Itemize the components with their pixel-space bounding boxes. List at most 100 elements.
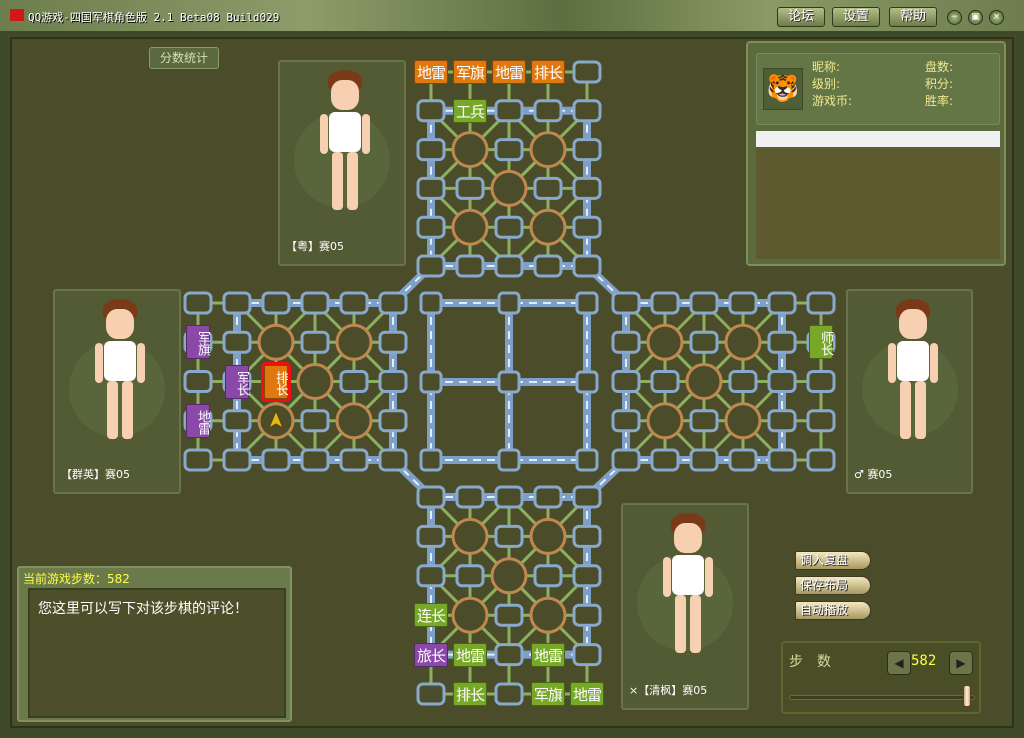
station-node[interactable] bbox=[222, 448, 252, 472]
station-node[interactable] bbox=[572, 99, 602, 123]
station-node[interactable] bbox=[416, 564, 446, 588]
chess-piece[interactable]: 地雷 bbox=[531, 642, 565, 667]
camp-node[interactable] bbox=[451, 517, 489, 555]
junction-node[interactable] bbox=[575, 448, 599, 472]
station-node[interactable] bbox=[650, 291, 680, 315]
station-node[interactable] bbox=[611, 370, 641, 393]
station-node[interactable] bbox=[455, 564, 485, 588]
station-node[interactable] bbox=[767, 291, 797, 315]
station-node[interactable] bbox=[767, 448, 797, 472]
station-node[interactable] bbox=[494, 603, 524, 627]
station-node[interactable] bbox=[416, 215, 446, 239]
station-node[interactable] bbox=[416, 176, 446, 200]
station-node[interactable] bbox=[650, 448, 680, 472]
chess-piece[interactable]: 军长 bbox=[225, 364, 249, 399]
station-node[interactable] bbox=[533, 176, 563, 200]
station-node[interactable] bbox=[222, 409, 252, 433]
station-node[interactable] bbox=[533, 99, 563, 123]
station-node[interactable] bbox=[455, 254, 485, 278]
station-node[interactable] bbox=[339, 448, 369, 472]
station-node[interactable] bbox=[689, 330, 719, 354]
station-node[interactable] bbox=[767, 409, 797, 433]
chess-piece[interactable]: 军旗 bbox=[186, 325, 210, 360]
station-node[interactable] bbox=[378, 291, 408, 315]
camp-node[interactable] bbox=[490, 557, 528, 595]
station-node[interactable] bbox=[183, 448, 213, 472]
station-node[interactable] bbox=[300, 291, 330, 315]
junction-node[interactable] bbox=[419, 291, 443, 315]
station-node[interactable] bbox=[728, 291, 758, 315]
station-node[interactable] bbox=[806, 291, 836, 315]
station-node[interactable] bbox=[378, 448, 408, 472]
chess-piece[interactable]: 旅长 bbox=[414, 642, 448, 667]
station-node[interactable] bbox=[728, 448, 758, 472]
station-node[interactable] bbox=[572, 176, 602, 200]
station-node[interactable] bbox=[416, 485, 446, 509]
chess-piece[interactable]: 排长 bbox=[531, 60, 565, 84]
camp-node[interactable] bbox=[724, 323, 762, 361]
station-node[interactable] bbox=[650, 370, 680, 393]
station-node[interactable] bbox=[572, 215, 602, 239]
station-node[interactable] bbox=[689, 448, 719, 472]
station-node[interactable] bbox=[261, 448, 291, 472]
game-board[interactable] bbox=[0, 0, 1024, 738]
camp-node[interactable] bbox=[451, 596, 489, 634]
camp-node[interactable] bbox=[296, 363, 334, 400]
camp-node[interactable] bbox=[529, 596, 567, 634]
station-node[interactable] bbox=[572, 603, 602, 627]
chess-piece[interactable]: 地雷 bbox=[414, 60, 448, 84]
station-node[interactable] bbox=[533, 564, 563, 588]
camp-node[interactable] bbox=[451, 131, 489, 169]
station-node[interactable] bbox=[494, 215, 524, 239]
station-node[interactable] bbox=[611, 448, 641, 472]
station-node[interactable] bbox=[494, 643, 524, 667]
chess-piece[interactable]: 地雷 bbox=[186, 403, 210, 438]
junction-node[interactable] bbox=[419, 448, 443, 472]
station-node[interactable] bbox=[300, 409, 330, 433]
camp-node[interactable] bbox=[335, 402, 373, 440]
station-node[interactable] bbox=[455, 485, 485, 509]
chess-piece[interactable]: 地雷 bbox=[570, 682, 604, 706]
camp-node[interactable] bbox=[257, 323, 295, 361]
junction-node[interactable] bbox=[575, 291, 599, 315]
junction-node[interactable] bbox=[497, 370, 521, 394]
camp-node[interactable] bbox=[529, 131, 567, 169]
station-node[interactable] bbox=[572, 60, 602, 84]
station-node[interactable] bbox=[261, 291, 291, 315]
station-node[interactable] bbox=[533, 254, 563, 278]
camp-node[interactable] bbox=[335, 323, 373, 361]
station-node[interactable] bbox=[222, 291, 252, 315]
chess-piece[interactable]: 地雷 bbox=[492, 60, 526, 84]
station-node[interactable] bbox=[572, 138, 602, 162]
chess-piece[interactable]: 排长 bbox=[453, 682, 487, 706]
chess-piece[interactable]: 排长 bbox=[261, 361, 291, 402]
station-node[interactable] bbox=[416, 682, 446, 706]
camp-node[interactable] bbox=[646, 402, 684, 440]
station-node[interactable] bbox=[611, 330, 641, 354]
chess-piece[interactable]: 工兵 bbox=[453, 98, 487, 123]
station-node[interactable] bbox=[494, 524, 524, 548]
station-node[interactable] bbox=[416, 524, 446, 548]
station-node[interactable] bbox=[494, 254, 524, 278]
station-node[interactable] bbox=[183, 291, 213, 315]
station-node[interactable] bbox=[533, 485, 563, 509]
station-node[interactable] bbox=[806, 409, 836, 433]
chess-piece[interactable]: 军旗 bbox=[531, 682, 565, 706]
chess-piece[interactable]: 军旗 bbox=[453, 60, 487, 84]
station-node[interactable] bbox=[378, 409, 408, 433]
station-node[interactable] bbox=[767, 370, 797, 393]
station-node[interactable] bbox=[611, 409, 641, 433]
station-node[interactable] bbox=[728, 370, 758, 393]
camp-node[interactable] bbox=[685, 363, 723, 400]
station-node[interactable] bbox=[183, 370, 213, 393]
station-node[interactable] bbox=[416, 138, 446, 162]
station-node[interactable] bbox=[572, 254, 602, 278]
station-node[interactable] bbox=[494, 485, 524, 509]
station-node[interactable] bbox=[300, 448, 330, 472]
junction-node[interactable] bbox=[497, 291, 521, 315]
junction-node[interactable] bbox=[497, 448, 521, 472]
junction-node[interactable] bbox=[575, 370, 599, 394]
camp-node[interactable] bbox=[646, 323, 684, 361]
station-node[interactable] bbox=[572, 524, 602, 548]
chess-piece[interactable]: 连长 bbox=[414, 603, 448, 628]
